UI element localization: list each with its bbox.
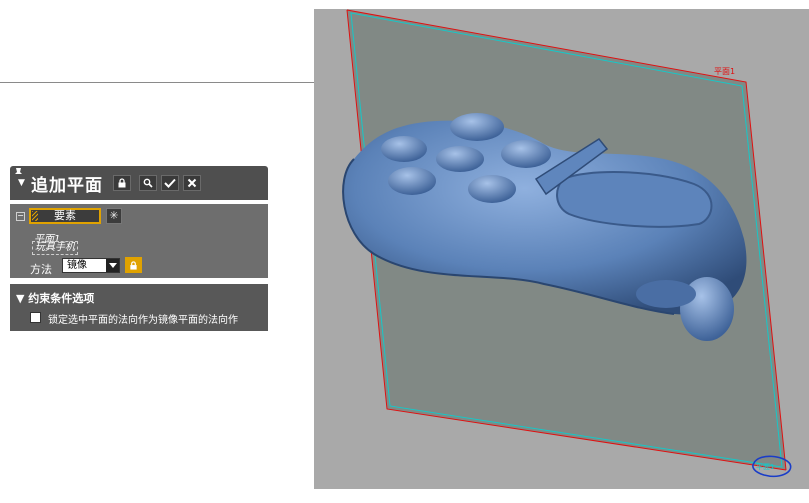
3d-viewport[interactable]: 平面1 平面1 <box>314 9 809 489</box>
check-icon <box>164 178 176 188</box>
lock-button[interactable] <box>113 175 131 191</box>
list-item-toy-phone[interactable]: 玩具手机 <box>32 241 78 255</box>
method-select[interactable]: 镜像 <box>62 258 120 273</box>
pin-icon[interactable] <box>14 167 24 177</box>
asterisk-icon[interactable]: ✳ <box>106 208 122 224</box>
elements-section: − 要素 ✳ 平面1 玩具手机 方法 镜像 <box>10 204 268 278</box>
lock-icon <box>130 260 137 270</box>
lock-normal-checkbox[interactable] <box>30 312 41 323</box>
ok-button[interactable] <box>161 175 179 191</box>
lock-normal-label: 锁定选中平面的法向作为镜像平面的法向作 <box>48 315 238 326</box>
corner-label: 平面1 <box>756 463 775 471</box>
elements-button-label: 要素 <box>54 209 76 222</box>
hatch-mark <box>32 211 38 221</box>
method-lock-button[interactable] <box>125 257 142 273</box>
close-icon <box>187 178 197 188</box>
constraint-section: ▼ 约束条件选项 锁定选中平面的法向作为镜像平面的法向作 <box>10 284 268 331</box>
constraint-title[interactable]: ▼ 约束条件选项 <box>16 290 94 306</box>
panel-title: 追加平面 <box>31 176 103 196</box>
preview-button[interactable] <box>139 175 157 191</box>
divider-line <box>0 82 314 83</box>
search-icon <box>143 178 153 188</box>
method-value: 镜像 <box>67 260 87 271</box>
viewport-canvas <box>342 9 792 478</box>
collapse-arrow-icon[interactable]: ▼ <box>18 178 25 188</box>
elements-button[interactable]: 要素 <box>29 208 101 224</box>
panel-header: ▼ 追加平面 <box>10 166 268 200</box>
expand-toggle[interactable]: − <box>16 212 25 221</box>
plane-label: 平面1 <box>714 67 736 76</box>
cancel-button[interactable] <box>183 175 201 191</box>
lock-icon <box>118 178 126 188</box>
chevron-down-icon[interactable] <box>105 259 119 272</box>
method-label: 方法 <box>30 263 52 276</box>
